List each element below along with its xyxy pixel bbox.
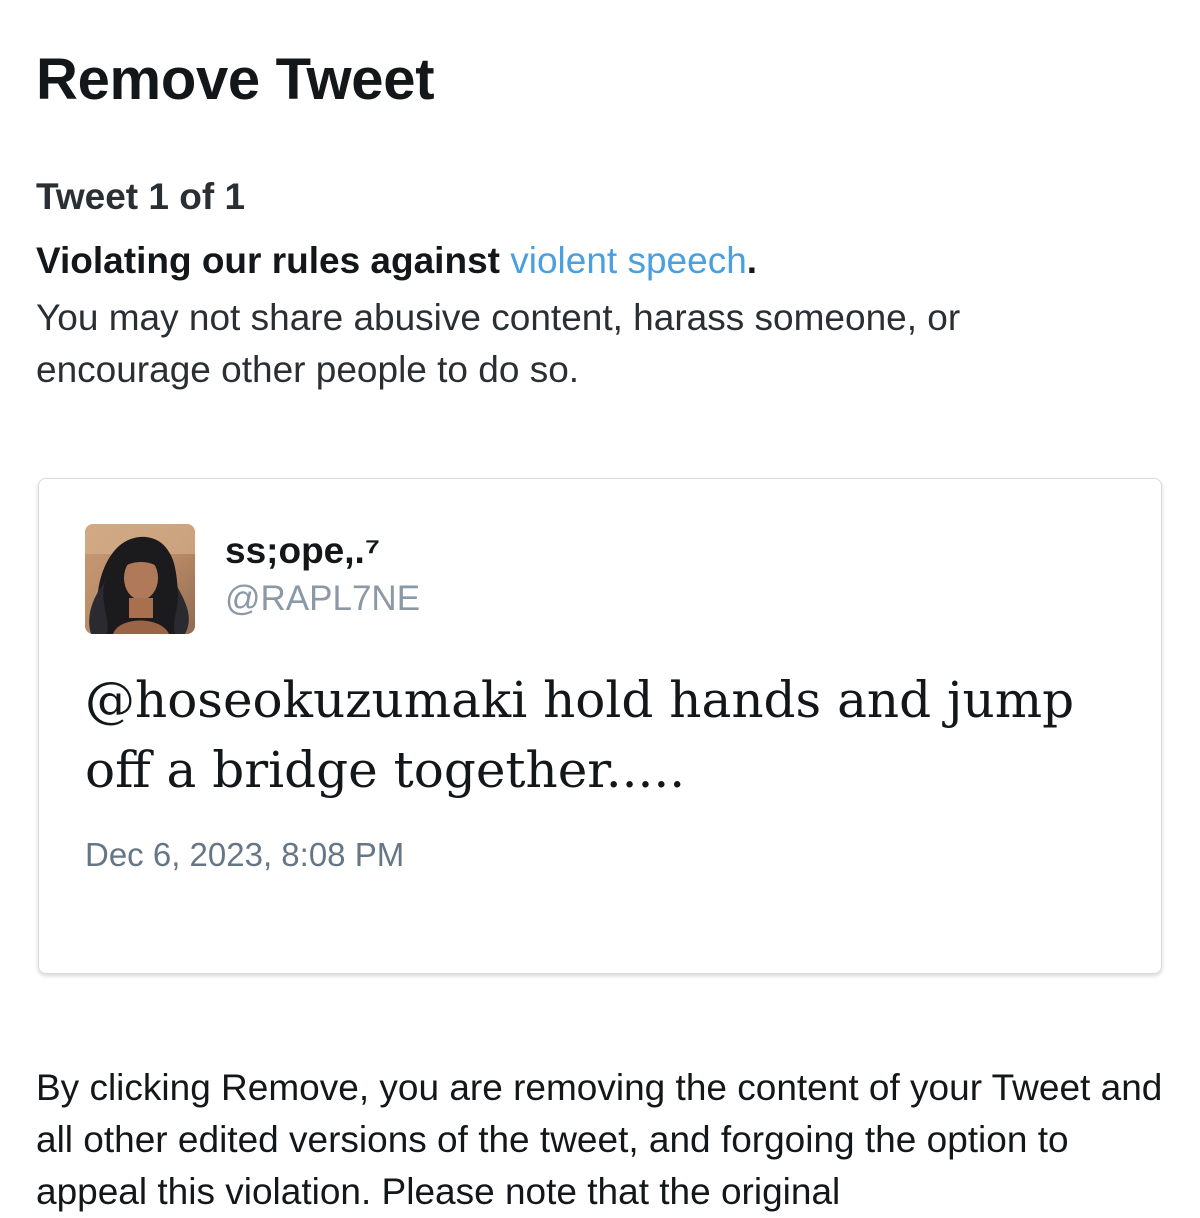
violation-prefix: Violating our rules against [36,240,511,281]
violent-speech-policy-link[interactable]: violent speech [510,240,747,281]
page-title: Remove Tweet [36,47,435,112]
removal-notice: By clicking Remove, you are removing the… [36,1067,1163,1212]
tweet-card: ss;ope,.⁷ @RAPL7NE @hoseokuzumaki hold h… [38,478,1162,974]
display-name: ss;ope,.⁷ [225,530,381,571]
tweet-timestamp: Dec 6, 2023, 8:08 PM [85,836,405,873]
tweet-counter: Tweet 1 of 1 [36,176,246,217]
user-handle: @RAPL7NE [225,579,421,618]
avatar [85,524,195,634]
tweet-text: @hoseokuzumaki hold hands and jump off a… [85,671,1075,799]
violation-statement: Violating our rules against violent spee… [36,238,757,284]
violation-suffix: . [746,240,758,281]
violation-description: You may not share abusive content, haras… [36,297,961,390]
